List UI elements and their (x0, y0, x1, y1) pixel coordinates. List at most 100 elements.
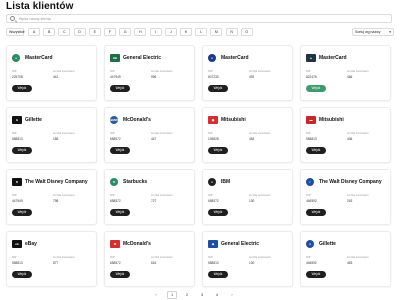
client-card: ◆ General Electric NIP Liczba zamówień 55881… (202, 231, 293, 287)
filter-letter-f[interactable]: F (104, 28, 116, 36)
nip-label: NIP (110, 131, 115, 135)
client-name: Starbucks (123, 179, 148, 185)
enter-button[interactable]: Wejdź (208, 271, 228, 278)
nip-value: 558813 (208, 261, 219, 265)
page-button-2[interactable]: 2 (182, 291, 192, 299)
count-label: Liczba zamówień (249, 255, 271, 259)
client-name: McDonald's (123, 241, 151, 247)
nip-label: NIP (208, 69, 213, 73)
page-button-3[interactable]: 3 (197, 291, 207, 299)
client-name: MasterCard (319, 55, 347, 61)
filter-letter-i[interactable]: I (149, 28, 162, 36)
enter-button[interactable]: Wejdź (306, 271, 326, 278)
company-logo-icon: ● (208, 178, 216, 186)
company-logo-icon: D (12, 178, 22, 186)
filter-letter-j[interactable]: J (164, 28, 177, 36)
nip-label: NIP (306, 131, 311, 135)
filter-all-button[interactable]: Wszystkie (6, 28, 25, 36)
company-logo-icon: ▲ (306, 54, 316, 62)
client-card: ▲ MasterCard NIP Liczba zamówień 822476 466 We… (300, 45, 391, 101)
count-value: 441 (53, 75, 59, 79)
enter-button[interactable]: Wejdź (110, 271, 130, 278)
page-title: Lista klientów (6, 1, 74, 12)
nip-value: 822476 (306, 75, 317, 79)
filter-letter-c[interactable]: C (58, 28, 71, 36)
filter-letter-l[interactable]: L (195, 28, 208, 36)
enter-button[interactable]: Wejdź (12, 209, 32, 216)
nip-label: NIP (110, 255, 115, 259)
enter-button[interactable]: Wejdź (208, 147, 228, 154)
enter-button[interactable]: Wejdź (306, 85, 326, 92)
chevron-left-icon[interactable]: ‹ (151, 291, 161, 299)
search-placeholder: Wpisz nazwę klienta (19, 17, 51, 21)
search-icon (10, 16, 15, 21)
nip-label: NIP (208, 255, 213, 259)
count-value: 453 (249, 137, 255, 141)
client-card: GE General Electric NIP Liczba zamówień 4479… (104, 45, 195, 101)
nip-label: NIP (306, 193, 311, 197)
filter-letter-d[interactable]: D (73, 28, 86, 36)
count-value: 996 (151, 75, 157, 79)
client-card: ◉ Mitsubishi NIP Liczba zamówień 105828 453 We… (202, 107, 293, 163)
nip-label: NIP (12, 69, 17, 73)
filter-letter-n[interactable]: N (225, 28, 238, 36)
client-card: D The Walt Disney Company NIP Liczba zamówi… (6, 169, 97, 225)
filter-letter-h[interactable]: H (134, 28, 147, 36)
count-label: Liczba zamówień (53, 131, 75, 135)
count-value: 453 (347, 261, 353, 265)
count-value: 447 (151, 137, 157, 141)
client-name: The Walt Disney Company (25, 179, 88, 185)
company-logo-icon: ★ (110, 178, 118, 186)
enter-button[interactable]: Wejdź (12, 85, 32, 92)
count-label: Liczba zamówień (151, 193, 173, 197)
client-name: McDonald's (123, 117, 151, 123)
client-card: G Gillette NIP Liczba zamówień 558813 185 Wejd… (6, 107, 97, 163)
enter-button[interactable]: Wejdź (208, 209, 228, 216)
page-button-4[interactable]: 4 (212, 291, 222, 299)
company-logo-icon: BMW (110, 116, 118, 124)
company-logo-icon: ▬ (306, 116, 316, 124)
page-button-1[interactable]: 1 (167, 291, 177, 299)
nip-label: NIP (306, 255, 311, 259)
chevron-down-icon: ▾ (389, 30, 391, 34)
filter-letter-e[interactable]: E (88, 28, 101, 36)
client-card: ★ Starbucks NIP Liczba zamówień 658572 727 Wej… (104, 169, 195, 225)
company-logo-icon: G (12, 116, 22, 124)
filter-letter-b[interactable]: B (43, 28, 56, 36)
count-label: Liczba zamówień (249, 69, 271, 73)
enter-button[interactable]: Wejdź (110, 209, 130, 216)
enter-button[interactable]: Wejdź (12, 147, 32, 154)
company-logo-icon: ◉ (208, 116, 218, 124)
company-logo-icon: ● (208, 54, 216, 62)
nip-value: 225708 (12, 75, 23, 79)
nip-label: NIP (208, 193, 213, 197)
count-label: Liczba zamówień (151, 255, 173, 259)
nip-value: 446592 (306, 261, 317, 265)
nip-value: 607230 (208, 75, 219, 79)
client-name: General Electric (123, 55, 162, 61)
enter-button[interactable]: Wejdź (208, 85, 228, 92)
count-value: 243 (347, 199, 353, 203)
nip-value: 558813 (306, 137, 317, 141)
filter-letter-a[interactable]: A (28, 28, 40, 36)
enter-button[interactable]: Wejdź (12, 271, 32, 278)
filter-letter-g[interactable]: G (119, 28, 132, 36)
nip-label: NIP (208, 131, 213, 135)
sort-select[interactable]: Sortuj wg nazwy ▾ (352, 28, 394, 36)
enter-button[interactable]: Wejdź (306, 147, 326, 154)
search-input[interactable]: Wpisz nazwę klienta (6, 14, 392, 23)
count-value: 877 (53, 261, 59, 265)
filter-letter-m[interactable]: M (210, 28, 223, 36)
count-value: 727 (151, 199, 157, 203)
count-value: 798 (53, 199, 59, 203)
letter-filter-bar: Wszystkie Sortuj wg nazwy ▾ ABCDEFGHIJKL… (6, 28, 394, 36)
company-logo-icon: eb (12, 240, 22, 248)
enter-button[interactable]: Wejdź (306, 209, 326, 216)
enter-button[interactable]: Wejdź (110, 85, 130, 92)
enter-button[interactable]: Wejdź (110, 147, 130, 154)
filter-letter-o[interactable]: O (240, 28, 253, 36)
count-label: Liczba zamówień (347, 255, 369, 259)
chevron-right-icon[interactable]: › (227, 291, 237, 299)
nip-label: NIP (306, 69, 311, 73)
filter-letter-k[interactable]: K (180, 28, 192, 36)
